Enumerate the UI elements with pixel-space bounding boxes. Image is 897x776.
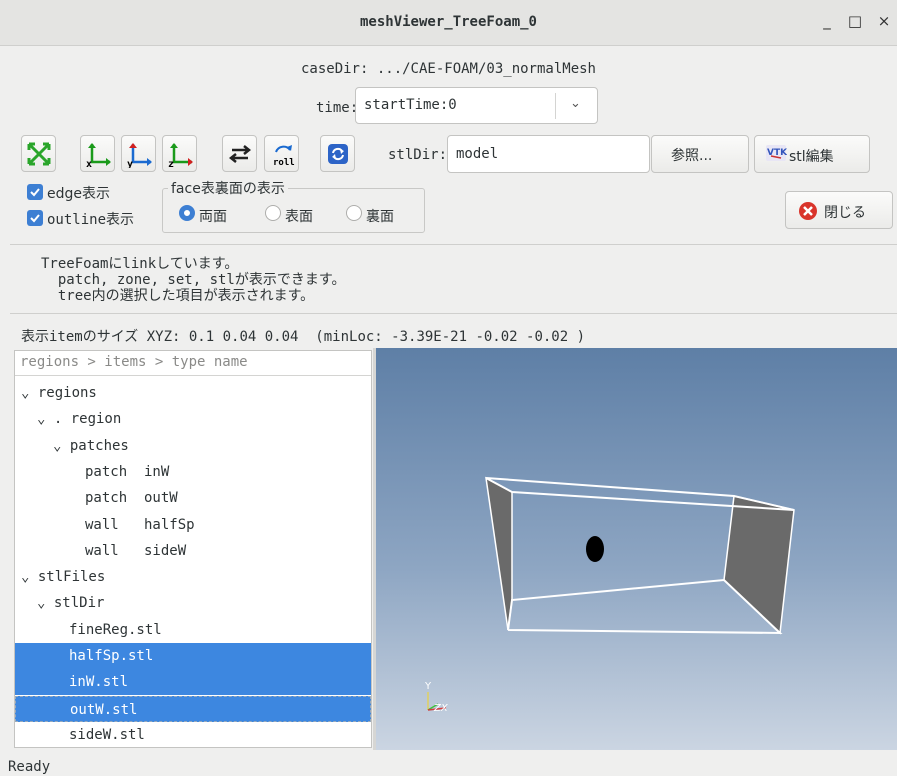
swap-button[interactable] (222, 135, 257, 172)
svg-text:y: y (127, 159, 133, 168)
view-x-button[interactable]: x (80, 135, 115, 172)
roll-icon: roll (273, 145, 295, 168)
message-line-1: TreeFoamにlinkしています。 (41, 256, 239, 272)
browse-button[interactable]: 参照... (651, 135, 749, 173)
tree-row[interactable]: outW.stl (15, 695, 371, 722)
stl-dir-label: stlDir: (388, 147, 448, 163)
tree-row[interactable]: patch outW (15, 485, 371, 511)
edge-checkbox[interactable] (27, 184, 43, 200)
axis-zx-label: ZX (433, 703, 449, 714)
fit-icon (27, 142, 51, 166)
radio-back-label[interactable]: 裏面 (366, 206, 394, 226)
tree-row[interactable]: ⌄ patches (15, 433, 371, 459)
roll-button[interactable]: roll (264, 135, 299, 172)
stl-edit-button[interactable]: VTK stl編集 (754, 135, 870, 173)
reload-icon (328, 144, 348, 164)
close-label: 閉じる (824, 205, 866, 221)
stl-edit-icon: VTK (766, 145, 787, 161)
radio-front-label[interactable]: 表面 (285, 206, 313, 226)
close-circle-icon (799, 202, 817, 220)
face-display-group-title: face表裏面の表示 (168, 178, 288, 198)
view-z-button[interactable]: z (162, 135, 197, 172)
tree-row[interactable]: wall sideW (15, 538, 371, 564)
status-bar: Ready (8, 759, 51, 775)
close-window-button[interactable]: × (872, 12, 896, 34)
view-y-icon: y (127, 143, 152, 168)
outline-checkbox-label[interactable]: outline表示 (47, 209, 134, 229)
items-tree[interactable]: regions > items > type name ⌄ regions ⌄ .… (14, 350, 372, 748)
svg-text:x: x (86, 159, 92, 168)
item-size-label: 表示itemのサイズ XYZ: 0.1 0.04 0.04 (minLoc: -… (21, 329, 586, 345)
tree-row[interactable]: inW.stl (15, 669, 371, 696)
stl-edit-label: stl編集 (789, 149, 834, 165)
tree-row[interactable]: ⌄ . region (15, 406, 371, 432)
minimize-button[interactable]: _ (815, 12, 839, 34)
radio-front[interactable] (265, 205, 281, 221)
tree-row[interactable]: sideW.stl (15, 722, 371, 747)
message-line-2: patch, zone, set, stlが表示できます。 (41, 272, 346, 288)
time-select[interactable]: startTime:0 ⌄ (355, 87, 598, 124)
tree-row[interactable]: halfSp.stl (15, 643, 371, 669)
window-title: meshViewer_TreeFoam_0 (359, 14, 537, 30)
title-bar[interactable]: meshViewer_TreeFoam_0 _ □ × (0, 0, 897, 46)
outline-checkbox[interactable] (27, 210, 43, 226)
time-label: time: (316, 100, 359, 116)
3d-viewport[interactable]: Y ZX (376, 348, 897, 750)
axis-triad: Y ZX (424, 681, 449, 714)
tree-row[interactable]: ⌄ stlDir (15, 590, 371, 616)
swap-icon (228, 145, 252, 163)
radio-both-label[interactable]: 両面 (199, 206, 227, 226)
mesh-render: Y ZX (424, 476, 795, 714)
view-x-icon: x (86, 143, 111, 168)
fit-view-button[interactable] (21, 135, 56, 172)
svg-text:roll: roll (273, 158, 295, 168)
stl-dir-input[interactable]: model (447, 135, 650, 173)
inlet-face (485, 476, 513, 631)
tree-row[interactable]: patch inW (15, 459, 371, 485)
view-z-icon: z (168, 143, 193, 168)
view-y-button[interactable]: y (121, 135, 156, 172)
edge-checkbox-label[interactable]: edge表示 (47, 183, 110, 203)
tree-row[interactable]: ⌄ regions (15, 380, 371, 406)
browse-label: 参照... (671, 148, 713, 164)
radio-back[interactable] (346, 205, 362, 221)
stl-dir-value: model (456, 146, 499, 162)
tree-row[interactable]: ⌄ stlFiles (15, 564, 371, 590)
close-button[interactable]: 閉じる (785, 191, 893, 229)
combo-separator (555, 93, 556, 119)
tree-row[interactable]: wall halfSp (15, 512, 371, 538)
chevron-down-icon: ⌄ (570, 96, 581, 111)
main-window: meshViewer_TreeFoam_0 _ □ × caseDir: ...… (0, 0, 897, 776)
case-dir-label: caseDir: .../CAE-FOAM/03_normalMesh (300, 61, 596, 77)
axis-y-label: Y (424, 681, 432, 692)
maximize-button[interactable]: □ (843, 12, 867, 34)
tree-header[interactable]: regions > items > type name (15, 351, 371, 376)
reload-button[interactable] (320, 135, 355, 172)
time-select-value: startTime:0 (364, 97, 457, 113)
tree-row[interactable]: fineReg.stl (15, 617, 371, 643)
svg-text:z: z (168, 159, 174, 168)
radio-both[interactable] (179, 205, 195, 221)
message-line-3: tree内の選択した項目が表示されます。 (41, 288, 315, 304)
half-sphere (586, 536, 604, 562)
